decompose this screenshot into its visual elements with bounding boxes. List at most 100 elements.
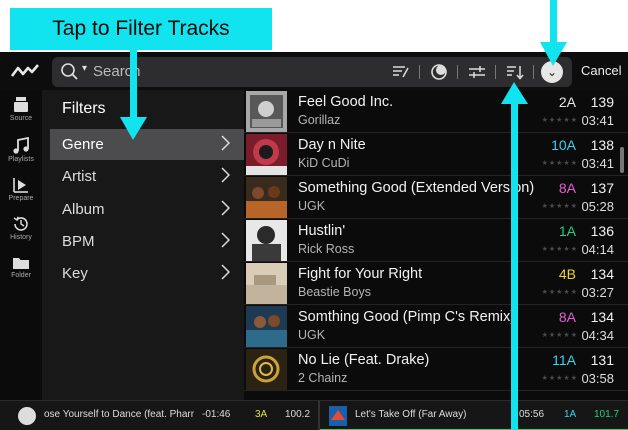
track-row[interactable]: Somthing Good (Pimp C's Remix) UGK 8A ★★… [244,305,628,348]
deck-right-art [329,406,347,426]
filter-label: Artist [62,168,97,185]
track-row[interactable]: Feel Good Inc. Gorillaz 2A ★★★★★ 139 03:… [244,90,628,133]
deck-right-bpm: 101.7 [594,409,620,420]
toolbar-divider [533,65,534,79]
track-row[interactable]: Day n Nite KiD CuDi 10A ★★★★★ 138 03:41 [244,133,628,176]
toolbar-divider [457,65,458,79]
track-title: Feel Good Inc. [298,94,394,110]
folder-icon [13,258,29,269]
track-key: 10A [551,137,576,153]
deck-divider [318,401,320,430]
track-rating[interactable]: ★★★★★ [542,374,578,382]
album-art [246,134,287,175]
track-artist: UGK [298,328,326,342]
rail-item-history[interactable]: History [0,215,42,241]
swap-icon[interactable] [466,62,488,82]
track-rating[interactable]: ★★★★★ [542,331,578,339]
album-art [246,220,287,261]
deck-right-time: 05:56 [519,409,545,420]
track-artist: UGK [298,199,326,213]
rail-item-playlists[interactable]: Playlists [0,137,42,163]
annotation-callout: Tap to Filter Tracks [10,8,272,50]
deck-left-art [18,407,36,425]
track-bpm: 137 [590,180,614,196]
track-duration: 03:41 [581,156,614,171]
filter-artist[interactable]: Artist [50,161,244,192]
filter-label: Key [62,265,88,282]
deck-status-bar: ose Yourself to Dance (feat. Pharr -01:4… [0,400,628,430]
track-duration: 04:14 [581,242,614,257]
playlist-icon [13,137,29,154]
rail-item-prepare[interactable]: Prepare [0,176,42,202]
track-rating[interactable]: ★★★★★ [542,245,578,253]
deck-right-key: 1A [564,409,577,420]
rail-item-label: Source [9,115,33,122]
track-title: Day n Nite [298,137,366,153]
rail-item-label: Folder [11,272,31,279]
track-title: No Lie (Feat. Drake) [298,352,430,368]
track-bpm: 139 [590,94,614,110]
search-dropdown-icon[interactable]: ▾ [82,63,87,74]
download-icon[interactable]: ⌄ [541,61,563,83]
filter-key[interactable]: Key [50,258,244,289]
filter-genre[interactable]: Genre [50,129,244,160]
track-rating[interactable]: ★★★★★ [542,288,578,296]
device-screen: ▾ Search ⌄ Cancel Source Playlists Prepa… [0,52,628,430]
rail-item-folder[interactable]: Folder [0,255,42,279]
source-icon [14,97,28,112]
track-key: 11A [552,352,576,368]
filter-label: Genre [62,136,104,153]
filter-edit-icon[interactable] [390,62,412,82]
track-rating[interactable]: ★★★★★ [542,159,578,167]
chevron-right-icon [221,232,230,248]
album-art [246,306,287,347]
deck-right-title: Let's Take Off (Far Away) [355,409,467,420]
arrow-download [550,0,557,46]
top-bar: ▾ Search ⌄ Cancel [0,52,628,90]
rail-item-label: Prepare [8,195,34,202]
track-key: 4B [558,266,576,282]
search-bar[interactable]: ▾ Search [52,57,572,87]
track-row[interactable]: Hustlin' Rick Ross 1A ★★★★★ 136 04:14 [244,219,628,262]
track-rating[interactable]: ★★★★★ [542,202,578,210]
track-row[interactable]: Fight for Your Right Beastie Boys 4B ★★★… [244,262,628,305]
deck-left-title: ose Yourself to Dance (feat. Pharr [44,409,195,420]
rail-item-source[interactable]: Source [0,96,42,122]
search-input[interactable]: Search [93,63,141,80]
album-art [246,177,287,218]
cancel-button[interactable]: Cancel [581,63,621,78]
filter-album[interactable]: Album [50,194,244,225]
album-art [246,91,287,132]
track-artist: Rick Ross [298,242,355,256]
track-key: 8A [558,309,576,325]
track-key: 8A [558,180,576,196]
track-duration: 03:27 [581,285,614,300]
track-title: Something Good (Extended Version) [298,180,535,196]
sort-icon[interactable] [504,62,526,82]
track-list-scrollbar[interactable] [620,147,624,173]
track-key: 1A [558,223,576,239]
track-row[interactable]: No Lie (Feat. Drake) 2 Chainz 11A ★★★★★ … [244,348,628,391]
filters-title: Filters [62,100,106,117]
search-icon [61,63,78,80]
filter-panel: Filters Genre Artist Album BPM Key [42,90,244,400]
album-art [246,263,287,304]
track-title: Somthing Good (Pimp C's Remix) [298,309,516,325]
track-duration: 03:41 [581,113,614,128]
chevron-right-icon [221,264,230,280]
track-artist: KiD CuDi [298,156,350,170]
filter-bpm[interactable]: BPM [50,226,244,257]
prepare-icon[interactable] [428,62,450,82]
chevron-right-icon [221,167,230,183]
track-bpm: 134 [590,309,614,325]
rail-item-label: Playlists [8,156,34,163]
toolbar-divider [419,65,420,79]
logo-icon[interactable] [10,60,40,82]
deck-left-key: 3A [255,409,268,420]
album-art [246,349,287,390]
track-row[interactable]: Something Good (Extended Version) UGK 8A… [244,176,628,219]
track-list: Feel Good Inc. Gorillaz 2A ★★★★★ 139 03:… [244,90,628,395]
track-artist: Gorillaz [298,113,341,127]
prepare-icon [13,178,28,193]
track-rating[interactable]: ★★★★★ [542,116,578,124]
